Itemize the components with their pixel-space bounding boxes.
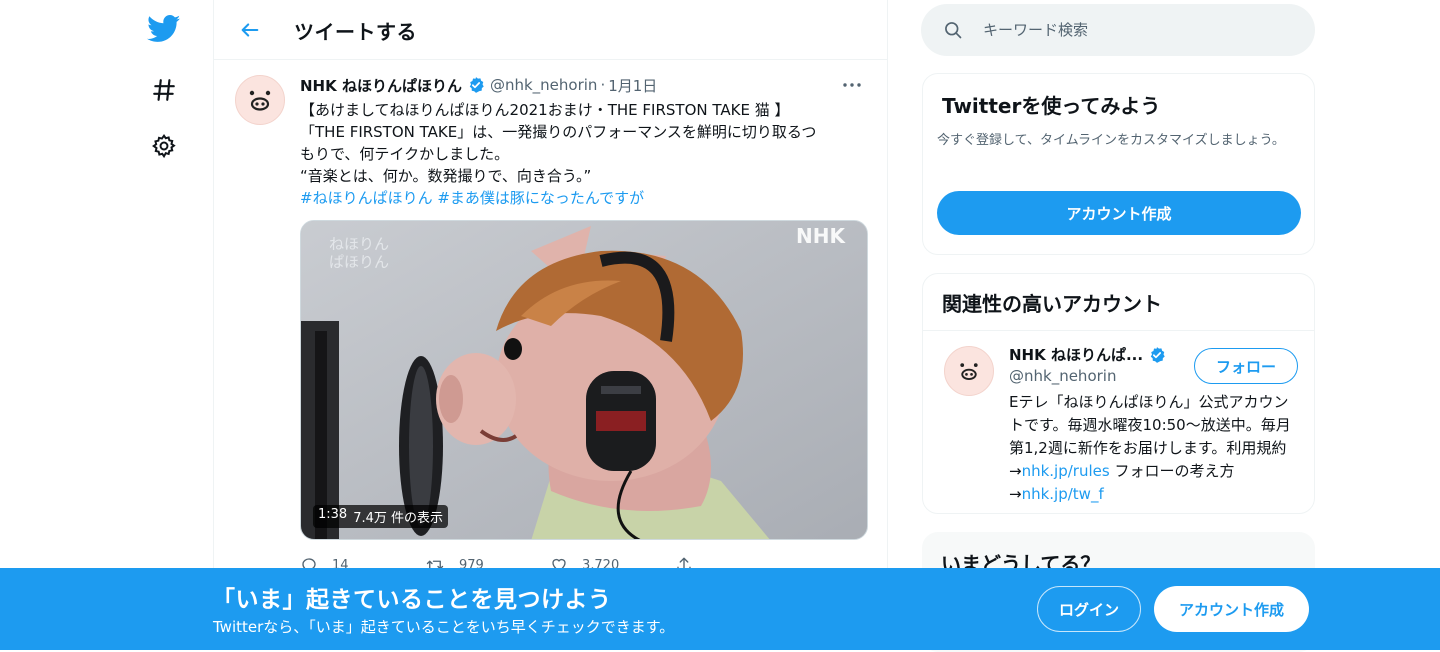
login-button[interactable]: ログイン	[1037, 586, 1141, 632]
watermark-right: NHK	[796, 224, 846, 248]
left-nav	[120, 0, 214, 650]
related-account-handle[interactable]: @nhk_nehorin	[1009, 367, 1116, 385]
tweet-body: NHK ねほりんぱほりん @nhk_nehorin · 1月1日 【あけましてね…	[300, 73, 870, 573]
hashtag-link[interactable]: #ねほりんぱほりん	[300, 189, 433, 207]
video-duration: 1:38	[318, 507, 348, 522]
avatar[interactable]	[944, 346, 994, 396]
gear-icon[interactable]	[146, 128, 182, 164]
tweet-author-name[interactable]: NHK ねほりんぱほりん	[300, 75, 462, 96]
divider	[923, 330, 1314, 331]
bio-link-rules[interactable]: nhk.jp/rules	[1022, 462, 1110, 480]
tweet-date[interactable]: 1月1日	[608, 75, 657, 96]
page-header: ツイートする	[214, 0, 887, 60]
bottom-create-account-button[interactable]: アカウント作成	[1154, 586, 1309, 632]
signup-description: 今すぐ登録して、タイムラインをカスタマイズしましょう。	[937, 133, 1285, 148]
follow-button[interactable]: フォロー	[1194, 348, 1298, 384]
watermark-left: ぱほりん	[329, 253, 389, 271]
back-arrow-icon[interactable]	[236, 16, 264, 44]
search-icon	[945, 22, 962, 39]
avatar[interactable]	[235, 75, 285, 125]
tweet-text-line: 【あけましてねほりんぱほりん2021おまけ・THE FIRSTON TAKE 猫…	[300, 101, 790, 119]
bio-link-policy[interactable]: nhk.jp/tw_f	[1022, 485, 1104, 503]
related-account-name-row[interactable]: NHK ねほりんぱ...	[1009, 344, 1171, 365]
signup-title: Twitterを使ってみよう	[942, 94, 1161, 118]
search-box[interactable]	[921, 4, 1315, 56]
video-thumbnail: ねほりん ぱほりん NHK	[301, 221, 867, 539]
tweet-header: NHK ねほりんぱほりん @nhk_nehorin · 1月1日	[300, 73, 870, 97]
video-info-badge: 1:38 7.4万 件の表示	[313, 505, 449, 528]
hashtag-link[interactable]: #まあ僕は豚になったんですが	[437, 189, 644, 207]
tweet-author-handle[interactable]: @nhk_nehorin	[490, 76, 597, 94]
video-views: 7.4万 件の表示	[353, 511, 444, 526]
main-column: ツイートする NHK ねほりんぱほりん @nhk_nehorin · 1月1日	[213, 0, 888, 650]
tweet-text-line: 「THE FIRSTON TAKE」は、一発撮りのパフォーマンスを鮮明に切り取る…	[300, 123, 817, 141]
pig-face-icon	[249, 90, 271, 111]
page-title: ツイートする	[294, 20, 417, 44]
tweet-text-line: もりで、何テイクかしました。	[300, 145, 510, 163]
watermark-left: ねほりん	[329, 235, 389, 253]
tweet-text-line: “音楽とは、何か。数発撮りで、向き合う。”	[300, 167, 592, 185]
related-accounts-card: 関連性の高いアカウント NHK ねほりんぱ... @nhk_nehorin フォ…	[922, 273, 1315, 514]
separator-dot: ·	[600, 76, 606, 94]
signup-card: Twitterを使ってみよう 今すぐ登録して、タイムラインをカスタマイズしましょ…	[922, 73, 1315, 255]
bottom-signup-bar: 「いま」起きていることを見つけよう Twitterなら、「いま」起きていることを…	[0, 568, 1440, 650]
verified-badge-icon	[467, 76, 485, 94]
tweet-hashtags: #ねほりんぱほりん #まあ僕は豚になったんですが	[300, 187, 870, 209]
bottom-bar-title: 「いま」起きていることを見つけよう	[212, 587, 612, 613]
twitter-logo-icon[interactable]	[146, 11, 182, 47]
verified-badge-icon	[1148, 346, 1166, 364]
related-account-name: NHK ねほりんぱ...	[1009, 346, 1144, 364]
more-options-icon[interactable]	[838, 75, 866, 95]
pig-face-icon	[960, 363, 978, 380]
hashtag-icon[interactable]	[146, 72, 182, 108]
tweet-text: 【あけましてねほりんぱほりん2021おまけ・THE FIRSTON TAKE 猫…	[300, 99, 870, 209]
related-account-bio: Eテレ「ねほりんぱほりん」公式アカウントです。毎週水曜夜10:50〜放送中。毎月…	[1009, 391, 1301, 506]
bottom-bar-subtitle: Twitterなら、「いま」起きていることをいち早くチェックできます。	[213, 618, 675, 636]
related-title: 関連性の高いアカウント	[942, 292, 1162, 316]
create-account-button[interactable]: アカウント作成	[937, 191, 1301, 235]
tweet-video[interactable]: ねほりん ぱほりん NHK 1:38 7.4万 件の表示	[300, 220, 868, 540]
search-input[interactable]	[983, 21, 1283, 39]
